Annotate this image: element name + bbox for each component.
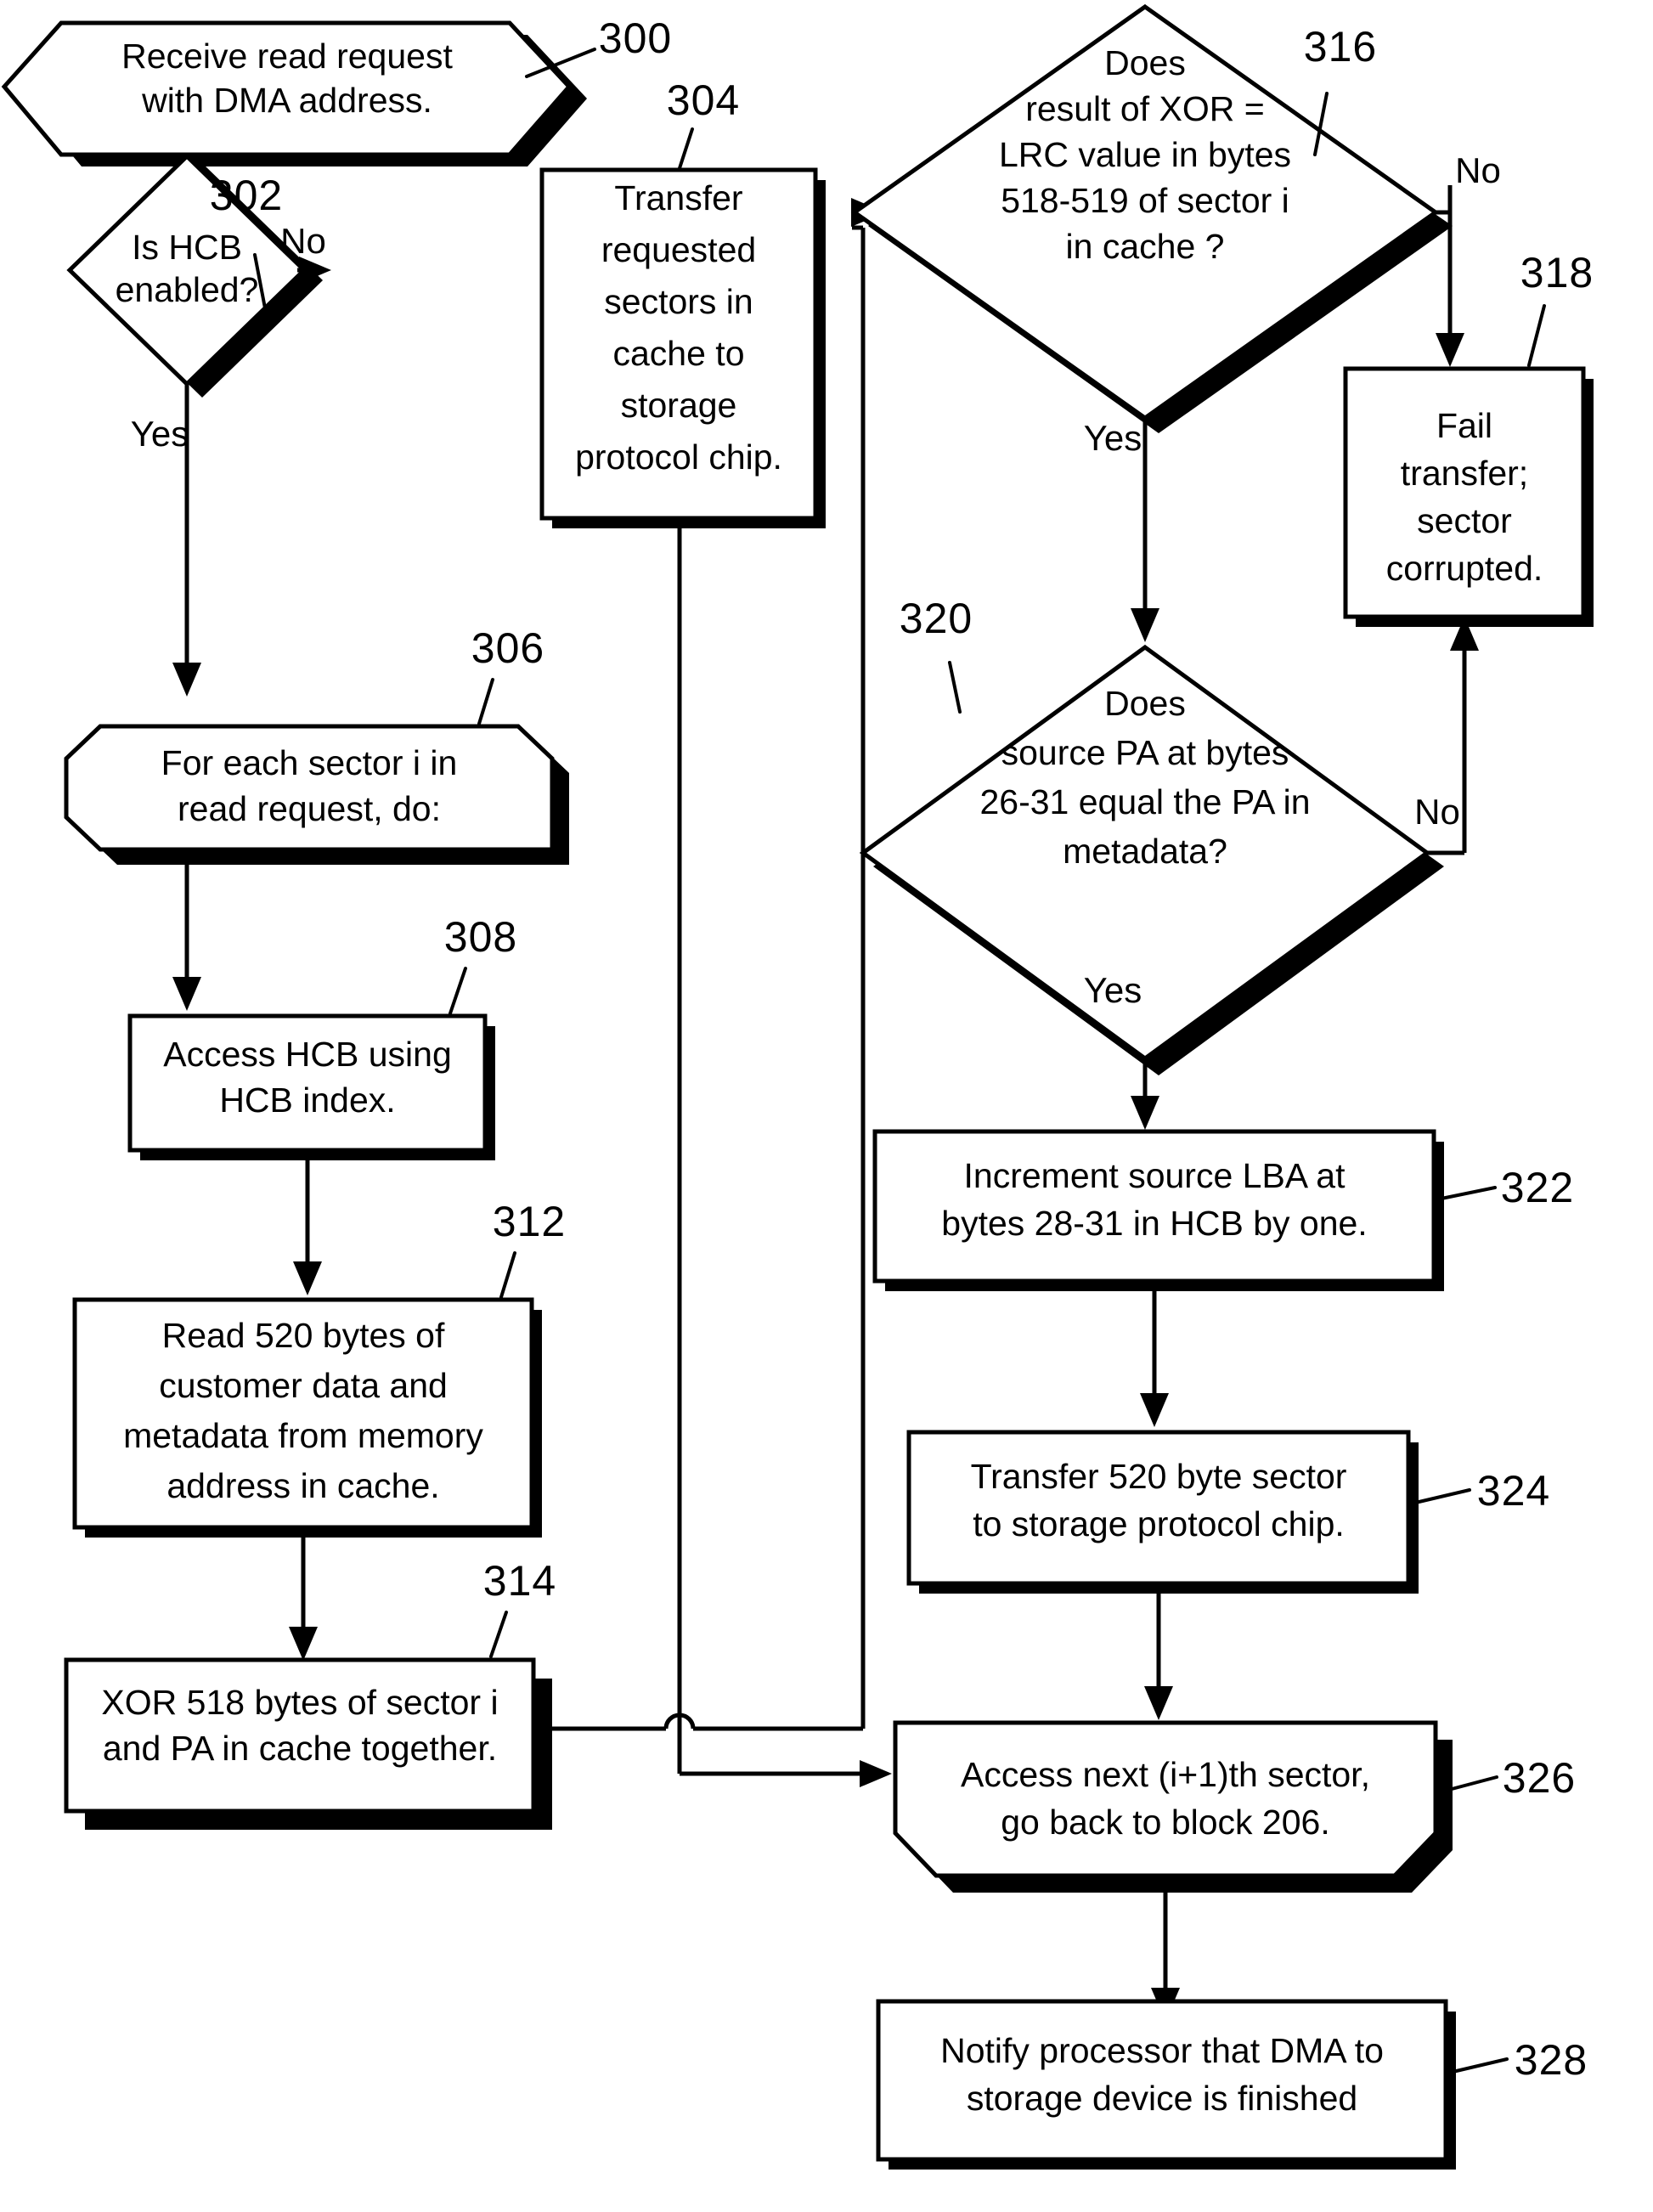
node-322-line-1: Increment source LBA at [964,1156,1346,1195]
node-308: Access HCB using HCB index. [127,1013,495,1160]
ref-label-308: 308 [444,913,517,1015]
node-318: Fail transfer; sector corrupted. [1343,366,1594,627]
edge-316-yes-320: Yes [1084,418,1159,642]
node-300-line-1: Receive read request [121,37,453,76]
ref-312: 312 [493,1198,566,1245]
node-312-line-4: address in cache. [166,1466,439,1505]
node-302-line-1: Is HCB [132,228,242,267]
node-308-line-1: Access HCB using [163,1035,452,1074]
node-314: XOR 518 bytes of sector i and PA in cach… [64,1657,552,1830]
node-314-line-1: XOR 518 bytes of sector i [101,1683,498,1722]
node-320-line-2: source PA at bytes [1001,733,1289,772]
ref-label-326: 326 [1437,1754,1576,1802]
edge-label-316-yes: Yes [1084,418,1142,458]
node-316-line-2: result of XOR = [1025,89,1264,128]
node-314-line-2: and PA in cache together. [103,1729,497,1768]
node-312-line-3: metadata from memory [123,1416,483,1455]
node-312-line-1: Read 520 bytes of [162,1316,445,1355]
edge-324-326 [1144,1583,1173,1720]
ref-326: 326 [1503,1754,1576,1802]
ref-label-300: 300 [525,14,672,78]
edge-322-324 [1140,1281,1169,1427]
flowchart-canvas: Receive read request with DMA address. 3… [1,3,1594,2170]
node-324: Transfer 520 byte sector to storage prot… [906,1430,1419,1594]
ref-label-320: 320 [900,595,973,714]
node-308-line-2: HCB index. [219,1081,395,1120]
ref-314: 314 [483,1557,556,1605]
node-306-line-2: read request, do: [178,789,441,828]
edge-312-314 [289,1527,318,1661]
node-316-line-1: Does [1104,43,1186,82]
edge-306-308 [172,849,201,1011]
node-326-line-1: Access next (i+1)th sector, [961,1755,1370,1794]
node-324-line-2: to storage protocol chip. [973,1504,1345,1543]
node-320-line-4: metadata? [1063,832,1227,871]
edge-label-320-no: No [1414,792,1460,832]
ref-label-306: 306 [471,624,544,725]
ref-label-328: 328 [1447,2036,1588,2084]
node-318-line-3: sector [1417,501,1512,540]
node-328-line-2: storage device is finished [967,2079,1357,2118]
node-318-line-4: corrupted. [1386,549,1543,588]
edge-label-302-yes: Yes [131,414,189,454]
ref-label-304: 304 [667,76,740,170]
ref-300: 300 [599,14,672,62]
ref-318: 318 [1520,249,1594,296]
ref-322: 322 [1501,1164,1574,1211]
ref-label-324: 324 [1410,1467,1550,1515]
edge-316-no-318: No [1436,150,1501,367]
edge-308-312 [293,1150,322,1295]
node-304-line-3: sectors in [604,282,753,321]
node-322-line-2: bytes 28-31 in HCB by one. [941,1204,1367,1243]
ref-label-322: 322 [1436,1164,1574,1211]
node-322: Increment source LBA at bytes 28-31 in H… [872,1129,1444,1291]
edge-302-yes-306: Yes [131,384,201,697]
node-304-line-6: protocol chip. [575,437,782,477]
node-318-line-1: Fail [1436,406,1492,445]
ref-label-318: 318 [1520,249,1594,367]
ref-304: 304 [667,76,740,124]
node-324-line-1: Transfer 520 byte sector [971,1457,1347,1496]
node-300-line-2: with DMA address. [141,81,432,120]
node-306: For each sector i in read request, do: [64,724,569,865]
node-302-line-2: enabled? [116,270,259,309]
ref-306: 306 [471,624,544,672]
node-320-line-1: Does [1104,684,1186,723]
node-304-line-5: storage [621,386,737,425]
node-304-line-4: cache to [613,334,745,373]
node-312: Read 520 bytes of customer data and meta… [72,1297,542,1538]
node-304: Transfer requested sectors in cache to s… [539,167,826,528]
ref-324: 324 [1477,1467,1550,1515]
ref-302: 302 [210,172,283,219]
ref-316: 316 [1304,23,1377,71]
ref-308: 308 [444,913,517,961]
node-312-line-2: customer data and [159,1366,448,1405]
node-326-line-2: go back to block 206. [1001,1803,1329,1842]
node-304-line-2: requested [601,230,756,269]
ref-328: 328 [1515,2036,1588,2084]
ref-label-312: 312 [493,1198,566,1299]
node-328-line-1: Notify processor that DMA to [940,2031,1384,2070]
node-300: Receive read request with DMA address. [1,20,587,166]
patent-flowchart-figure: Receive read request with DMA address. 3… [0,0,1653,2212]
node-316-line-3: LRC value in bytes [999,135,1291,174]
node-316-line-4: 518-519 of sector i [1001,181,1289,220]
node-316-line-5: in cache ? [1066,227,1225,266]
node-318-line-2: transfer; [1401,454,1528,493]
node-320: Does source PA at bytes 26-31 equal the … [859,644,1444,1075]
ref-label-314: 314 [483,1557,556,1658]
edge-304-326 [677,518,892,1787]
edge-320-no-318: No [1414,617,1479,855]
node-320-line-3: 26-31 equal the PA in [979,782,1310,821]
edge-label-302-no: No [280,221,326,261]
node-328: Notify processor that DMA to storage dev… [876,1999,1456,2170]
node-306-line-1: For each sector i in [161,743,458,782]
node-304-line-1: Transfer [614,178,742,217]
ref-320: 320 [900,595,973,642]
node-326: Access next (i+1)th sector, go back to b… [893,1720,1453,1893]
edge-label-320-yes: Yes [1084,970,1142,1010]
node-302: Is HCB enabled? [66,153,323,398]
edge-label-316-no: No [1455,150,1501,190]
